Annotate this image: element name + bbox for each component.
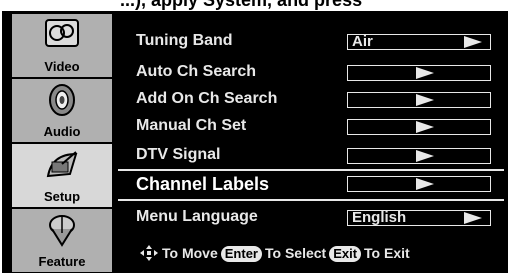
menu-row-label: Tuning Band (136, 32, 233, 49)
menu-row-menu-language[interactable]: Menu Language English (118, 207, 504, 231)
value-selector[interactable] (347, 65, 491, 81)
arrow-right-icon (416, 150, 434, 162)
value-selector[interactable] (347, 92, 491, 108)
help-select: To Select (264, 245, 327, 261)
arrow-right-icon (416, 94, 434, 106)
arrow-right-icon (416, 178, 434, 190)
value-text: Air (352, 33, 373, 50)
value-selector[interactable] (347, 176, 491, 192)
exit-key-badge: Exit (329, 246, 362, 262)
sidebar-item-label: Audio (43, 124, 81, 139)
arrow-right-icon (416, 67, 434, 79)
sidebar-item-label: Feature (38, 254, 86, 269)
highlight-bottom-line (118, 199, 504, 201)
menu-row-dtv-signal[interactable]: DTV Signal (118, 145, 504, 169)
help-bar: To Move Enter To Select Exit To Exit (140, 245, 410, 265)
value-selector[interactable]: English (347, 209, 491, 226)
feature-icon (49, 215, 75, 247)
menu-row-add-on-ch-search[interactable]: Add On Ch Search (118, 89, 504, 113)
sidebar-item-audio[interactable]: Audio (12, 79, 112, 143)
menu-panel: Tuning Band Air Auto Ch Search Add On Ch… (118, 11, 504, 273)
menu-row-label: Auto Ch Search (136, 63, 257, 80)
sidebar-item-video[interactable]: Video (12, 14, 112, 78)
sidebar-item-feature[interactable]: Feature (12, 209, 112, 273)
menu-row-label: DTV Signal (136, 146, 221, 163)
arrow-right-icon (416, 121, 434, 133)
menu-row-tuning-band[interactable]: Tuning Band Air (118, 31, 504, 55)
help-move: To Move (162, 245, 218, 261)
sidebar-item-label: Video (44, 59, 80, 74)
menu-row-label: Menu Language (136, 208, 258, 225)
value-text: English (352, 209, 407, 226)
menu-row-label: Manual Ch Set (136, 117, 247, 134)
document-text-strip: ...), apply System, and press (0, 0, 512, 11)
satellite-dish-icon (46, 151, 78, 178)
value-selector[interactable]: Air (347, 33, 491, 50)
value-selector[interactable] (347, 148, 491, 164)
move-arrows-icon (140, 245, 158, 261)
help-exit: To Exit (364, 245, 410, 261)
menu-row-label: Add On Ch Search (136, 90, 278, 107)
top-text: ...), apply System, and press (120, 0, 363, 10)
arrow-right-icon (464, 36, 482, 48)
video-icon (45, 19, 79, 47)
enter-key-badge: Enter (220, 246, 262, 262)
speaker-icon (49, 84, 75, 116)
highlight-top-line (118, 169, 504, 171)
sidebar: Video Audio Setup Feature (12, 14, 112, 272)
sidebar-item-label: Setup (43, 189, 81, 204)
menu-row-label: Channel Labels (136, 174, 270, 194)
menu-row-auto-ch-search[interactable]: Auto Ch Search (118, 62, 504, 86)
sidebar-item-setup[interactable]: Setup (12, 144, 112, 208)
arrow-right-icon (464, 212, 482, 224)
menu-row-manual-ch-set[interactable]: Manual Ch Set (118, 116, 504, 140)
menu-row-channel-labels[interactable]: Channel Labels (118, 173, 504, 197)
value-selector[interactable] (347, 119, 491, 135)
